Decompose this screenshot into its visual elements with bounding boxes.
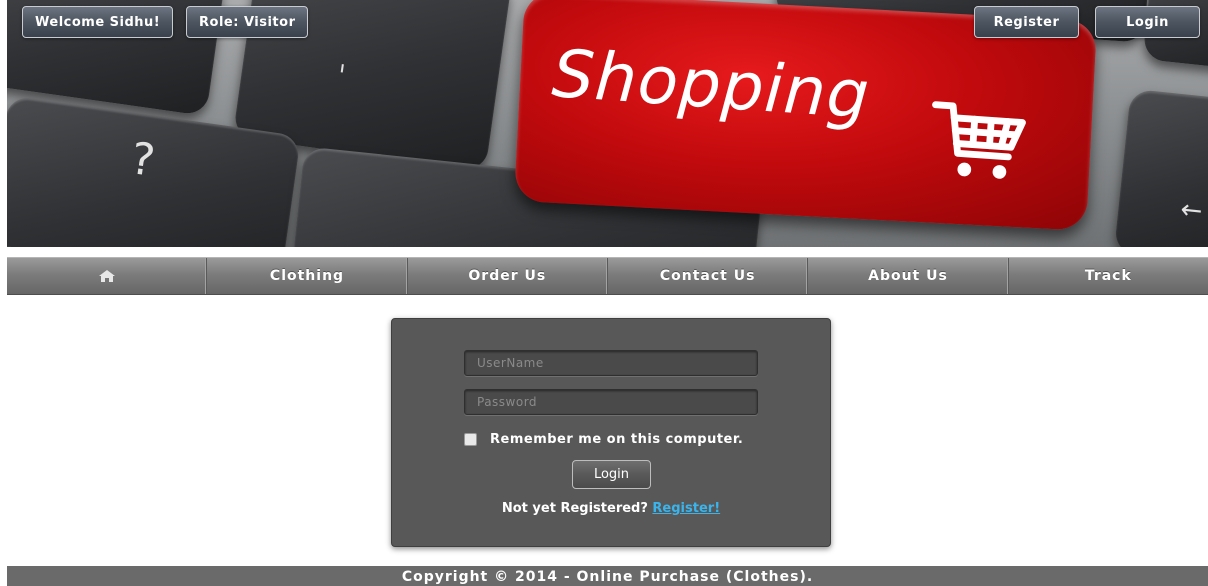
nav-contact-us[interactable]: Contact Us [608, 258, 809, 294]
nav-clothing[interactable]: Clothing [207, 258, 408, 294]
username-input[interactable]: UserName [464, 350, 758, 376]
password-input[interactable]: Password [464, 389, 758, 415]
register-link[interactable]: Register! [652, 501, 720, 516]
header-banner: ˌ ? ← Shopping Welcome Sidhu! Role: Visi… [7, 0, 1208, 247]
key-glyph: ← [1179, 194, 1204, 227]
login-submit-button[interactable]: Login [572, 460, 651, 489]
role-badge: Role: Visitor [186, 6, 309, 38]
nav-home[interactable] [7, 258, 208, 294]
nav-track[interactable]: Track [1009, 258, 1208, 294]
login-button[interactable]: Login [1095, 6, 1200, 38]
shopping-cart-icon [932, 101, 1026, 179]
welcome-user-button[interactable]: Welcome Sidhu! [22, 6, 174, 38]
key-glyph: ? [127, 133, 158, 187]
remember-me[interactable]: Remember me on this computer. [464, 432, 743, 447]
register-button[interactable]: Register [974, 6, 1079, 38]
remember-checkbox[interactable] [464, 433, 477, 446]
remember-label: Remember me on this computer. [490, 432, 744, 447]
keyboard-key: ← [1113, 88, 1208, 247]
home-icon[interactable] [98, 270, 115, 282]
register-prompt-text: Not yet Registered? [501, 501, 648, 516]
nav-order-us[interactable]: Order Us [408, 258, 608, 294]
footer-copyright: Copyright © 2014 - Online Purchase (Clot… [7, 566, 1208, 586]
register-prompt: Not yet Registered? Register! [392, 501, 830, 516]
key-glyph: ˌ [337, 40, 351, 77]
login-form: UserName Password Remember me on this co… [391, 318, 831, 547]
nav-about-us[interactable]: About Us [808, 258, 1009, 294]
main-nav: Clothing Order Us Contact Us About Us Tr… [7, 257, 1208, 295]
